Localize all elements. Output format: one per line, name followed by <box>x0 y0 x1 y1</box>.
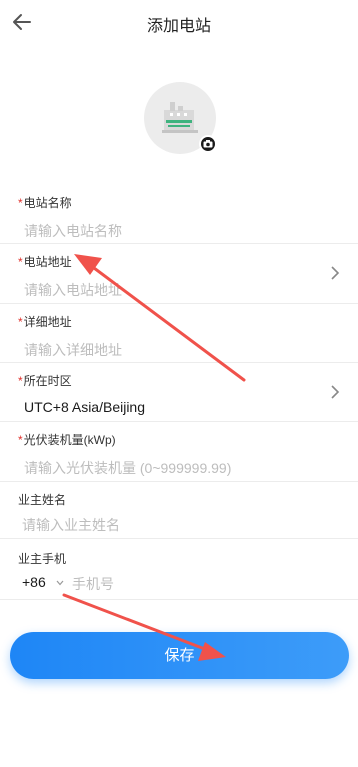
divider <box>0 243 358 244</box>
chevron-down-icon[interactable] <box>56 580 64 586</box>
required-mark: * <box>18 374 23 388</box>
divider <box>0 421 358 422</box>
detail-address-input[interactable]: 请输入详细地址 <box>24 340 122 360</box>
header: 添加电站 <box>0 0 358 44</box>
country-code-select[interactable]: +86 <box>22 574 46 590</box>
chevron-right-icon[interactable] <box>330 385 340 399</box>
owner-phone-label: 业主手机 <box>18 552 67 566</box>
required-mark: * <box>18 255 23 269</box>
divider <box>0 481 358 482</box>
divider <box>0 303 358 304</box>
station-image-picker[interactable] <box>144 82 217 154</box>
owner-name-label: 业主姓名 <box>18 493 67 507</box>
save-button[interactable]: 保存 <box>10 632 349 679</box>
owner-name-input[interactable]: 请输入业主姓名 <box>22 515 120 535</box>
station-address-input[interactable]: 请输入电站地址 <box>24 280 122 300</box>
phone-input[interactable]: 手机号 <box>72 574 114 594</box>
divider <box>0 538 358 539</box>
required-mark: * <box>18 196 23 210</box>
chevron-right-icon[interactable] <box>330 266 340 280</box>
required-mark: * <box>18 433 23 447</box>
page-title: 添加电站 <box>146 18 211 35</box>
timezone-label: *所在时区 <box>18 374 72 388</box>
timezone-select[interactable]: UTC+8 Asia/Beijing <box>24 399 145 415</box>
divider <box>0 599 358 600</box>
divider <box>0 362 358 363</box>
station-address-label: *电站地址 <box>18 255 72 269</box>
pv-capacity-label: *光伏装机量(kWp) <box>18 433 116 447</box>
pv-capacity-input[interactable]: 请输入光伏装机量 (0~999999.99) <box>24 458 231 478</box>
station-name-input[interactable]: 请输入电站名称 <box>24 221 122 241</box>
required-mark: * <box>18 315 23 329</box>
detail-address-label: *详细地址 <box>18 315 72 329</box>
camera-icon[interactable] <box>199 135 217 153</box>
station-name-label: *电站名称 <box>18 196 72 210</box>
annotation-arrowhead <box>74 254 102 275</box>
